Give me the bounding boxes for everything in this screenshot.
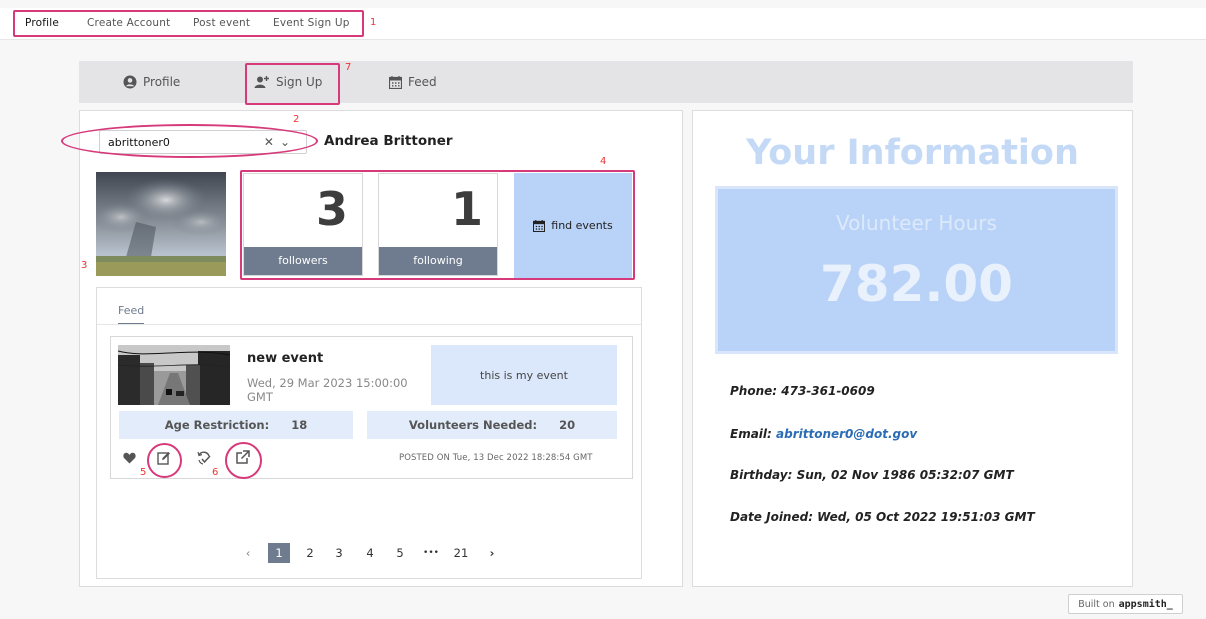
annotation-circle-2	[61, 124, 318, 158]
annotation-box-7	[245, 63, 340, 105]
email-label: Email:	[730, 427, 777, 441]
volunteer-hours-box: Volunteer Hours 782.00	[715, 186, 1118, 354]
pagination-next[interactable]: ›	[481, 543, 503, 563]
built-on-label: Built on	[1078, 598, 1115, 610]
birthday-line: Birthday: Sun, 02 Nov 1986 05:32:07 GMT	[730, 468, 1014, 482]
pagination-page-4[interactable]: 4	[359, 543, 381, 563]
feed-tab[interactable]: Feed	[118, 304, 145, 325]
event-date: Wed, 29 Mar 2023 15:00:00 GMT	[247, 376, 408, 404]
volunteers-needed-label: Volunteers Needed:	[408, 418, 538, 432]
built-on-appsmith-badge[interactable]: Built on appsmith_	[1068, 594, 1183, 614]
event-image	[118, 345, 230, 405]
event-title: new event	[247, 351, 324, 366]
tab-profile[interactable]: Profile	[123, 75, 180, 89]
volunteer-hours-value: 782.00	[820, 255, 1013, 313]
event-description: this is my event	[431, 345, 617, 405]
tab-profile-label: Profile	[143, 75, 181, 89]
volunteer-hours-label: Volunteer Hours	[836, 211, 997, 235]
user-full-name: Andrea Brittoner	[324, 133, 453, 149]
pagination-page-2[interactable]: 2	[299, 543, 321, 563]
user-circle-icon	[123, 75, 137, 89]
email-link[interactable]: abrittoner0@dot.gov	[776, 427, 917, 441]
feed-divider	[97, 324, 641, 325]
annotation-number-2: 2	[293, 114, 300, 125]
annotation-circle-5	[147, 443, 182, 478]
annotation-number-5: 5	[140, 467, 147, 478]
appsmith-brand: appsmith_	[1118, 598, 1173, 610]
annotation-box-4	[240, 170, 635, 280]
annotation-number-7: 7	[345, 62, 352, 73]
pagination-page-3[interactable]: 3	[328, 543, 350, 563]
calendar-icon	[389, 75, 402, 89]
information-title: Your Information	[746, 133, 1079, 173]
phone-line: Phone: 473-361-0609	[730, 384, 875, 398]
tab-feed-label: Feed	[408, 75, 437, 89]
annotation-box-1	[13, 10, 364, 37]
age-restriction-pill: Age Restriction: 18	[119, 411, 353, 439]
date-joined-line: Date Joined: Wed, 05 Oct 2022 19:51:03 G…	[730, 510, 1035, 524]
age-restriction-value: 18	[291, 418, 308, 432]
annotation-number-4: 4	[600, 156, 607, 167]
pagination-ellipsis[interactable]: •••	[416, 543, 446, 563]
age-restriction-label: Age Restriction:	[164, 418, 270, 432]
pagination-page-21[interactable]: 21	[450, 543, 472, 563]
annotation-number-3: 3	[81, 260, 88, 271]
tab-bar	[79, 61, 1133, 103]
profile-image	[96, 172, 226, 276]
pagination-page-1[interactable]: 1	[268, 543, 290, 563]
pagination-prev[interactable]: ‹	[237, 543, 259, 563]
annotation-circle-6	[225, 442, 262, 479]
pagination-page-5[interactable]: 5	[389, 543, 411, 563]
tab-feed[interactable]: Feed	[389, 75, 437, 89]
volunteers-needed-value: 20	[559, 418, 576, 432]
heart-icon[interactable]	[123, 452, 136, 464]
email-line: Email: abrittoner0@dot.gov	[730, 427, 917, 441]
refresh-check-icon[interactable]	[197, 451, 212, 465]
event-description-text: this is my event	[480, 368, 568, 382]
posted-on-text: POSTED ON Tue, 13 Dec 2022 18:28:54 GMT	[399, 453, 593, 463]
annotation-number-1: 1	[370, 17, 377, 28]
volunteers-needed-pill: Volunteers Needed: 20	[367, 411, 617, 439]
annotation-number-6: 6	[212, 467, 219, 478]
